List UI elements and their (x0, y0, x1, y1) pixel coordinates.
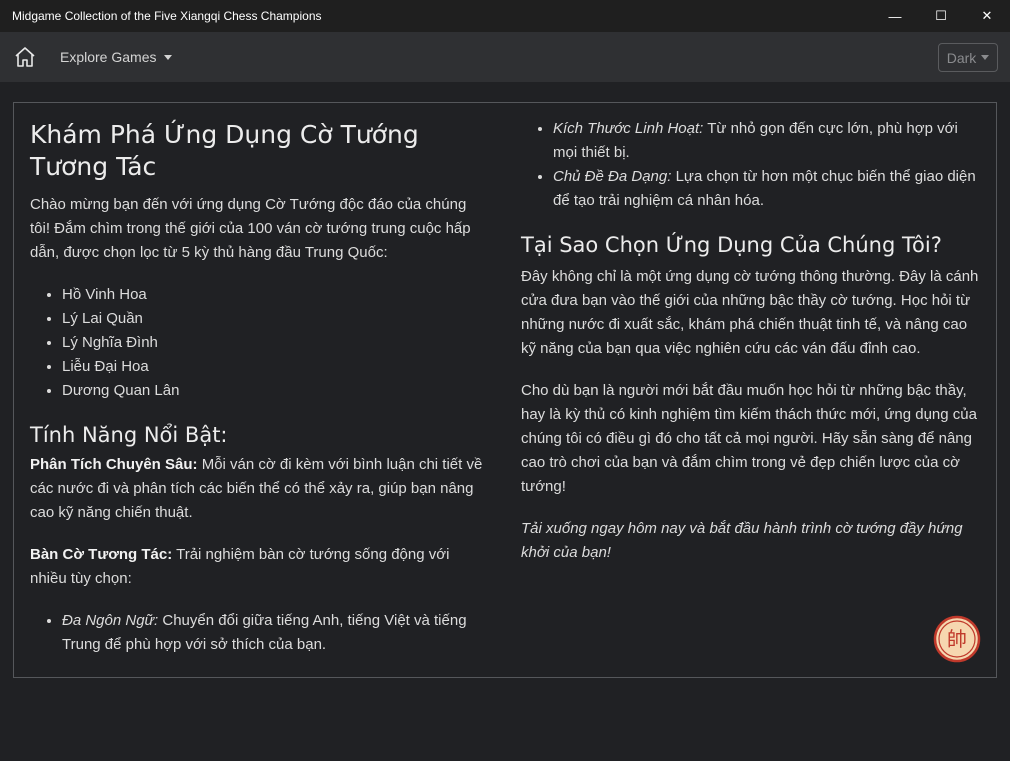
maximize-button[interactable]: ☐ (918, 0, 964, 32)
options-list: Đa Ngôn Ngữ: Chuyển đổi giữa tiếng Anh, … (30, 609, 490, 657)
theme-label: Dark (946, 49, 977, 66)
maximize-icon: ☐ (935, 8, 947, 23)
features-heading: Tính Năng Nổi Bật: (30, 423, 228, 447)
cta-text: Tải xuống ngay hôm nay và bắt đầu hành t… (521, 520, 963, 561)
list-item: Liễu Đại Hoa (62, 355, 490, 379)
chevron-down-icon (981, 55, 990, 60)
why-paragraph-1: Đây không chỉ là một ứng dụng cờ tướng t… (521, 268, 979, 357)
close-button[interactable]: ✕ (964, 0, 1010, 32)
players-list: Hồ Vinh Hoa Lý Lai Quần Lý Nghĩa Đình Li… (30, 283, 490, 403)
intro-text: Chào mừng bạn đến với ứng dụng Cờ Tướng … (30, 196, 471, 261)
close-icon: ✕ (981, 8, 993, 23)
option-label: Chủ Đề Đa Dạng: (553, 168, 672, 185)
xiangqi-general-piece-icon: 帥 (933, 615, 981, 663)
list-item: Chủ Đề Đa Dạng: Lựa chọn từ hơn một chục… (553, 165, 981, 213)
minimize-button[interactable]: — (872, 0, 918, 32)
explore-games-label: Explore Games (60, 49, 157, 65)
left-column: Khám Phá Ứng Dụng Cờ Tướng Tương Tác Chà… (30, 117, 490, 657)
home-icon (15, 47, 35, 67)
list-item: Lý Nghĩa Đình (62, 331, 490, 355)
chevron-down-icon (164, 54, 173, 60)
home-button[interactable] (12, 44, 38, 70)
window-title: Midgame Collection of the Five Xiangqi C… (12, 9, 322, 23)
why-paragraph-2: Cho dù bạn là người mới bắt đầu muốn học… (521, 382, 977, 495)
list-item: Lý Lai Quần (62, 307, 490, 331)
svg-text:帥: 帥 (947, 627, 967, 651)
why-heading: Tại Sao Chọn Ứng Dụng Của Chúng Tôi? (521, 233, 942, 257)
board-label: Bàn Cờ Tương Tác: (30, 546, 173, 563)
right-column: Kích Thước Linh Hoạt: Từ nhỏ gọn đến cực… (521, 117, 981, 565)
list-item: Dương Quan Lân (62, 379, 490, 403)
analysis-paragraph: Phân Tích Chuyên Sâu: Mỗi ván cờ đi kèm … (30, 453, 490, 525)
analysis-label: Phân Tích Chuyên Sâu: (30, 456, 198, 473)
theme-dropdown[interactable]: Dark (938, 43, 998, 72)
navbar: Explore Games Dark (0, 32, 1010, 82)
options-list-continued: Kích Thước Linh Hoạt: Từ nhỏ gọn đến cực… (521, 117, 981, 213)
option-label: Đa Ngôn Ngữ: (62, 612, 159, 629)
content-panel: Khám Phá Ứng Dụng Cờ Tướng Tương Tác Chà… (13, 102, 997, 678)
page-title: Khám Phá Ứng Dụng Cờ Tướng Tương Tác (30, 120, 419, 181)
list-item: Đa Ngôn Ngữ: Chuyển đổi giữa tiếng Anh, … (62, 609, 490, 657)
explore-games-dropdown[interactable]: Explore Games (60, 49, 173, 65)
option-label: Kích Thước Linh Hoạt: (553, 120, 704, 137)
list-item: Kích Thước Linh Hoạt: Từ nhỏ gọn đến cực… (553, 117, 981, 165)
window-titlebar: Midgame Collection of the Five Xiangqi C… (0, 0, 1010, 32)
minimize-icon: — (888, 8, 902, 24)
list-item: Hồ Vinh Hoa (62, 283, 490, 307)
board-paragraph: Bàn Cờ Tương Tác: Trải nghiệm bàn cờ tướ… (30, 543, 490, 591)
